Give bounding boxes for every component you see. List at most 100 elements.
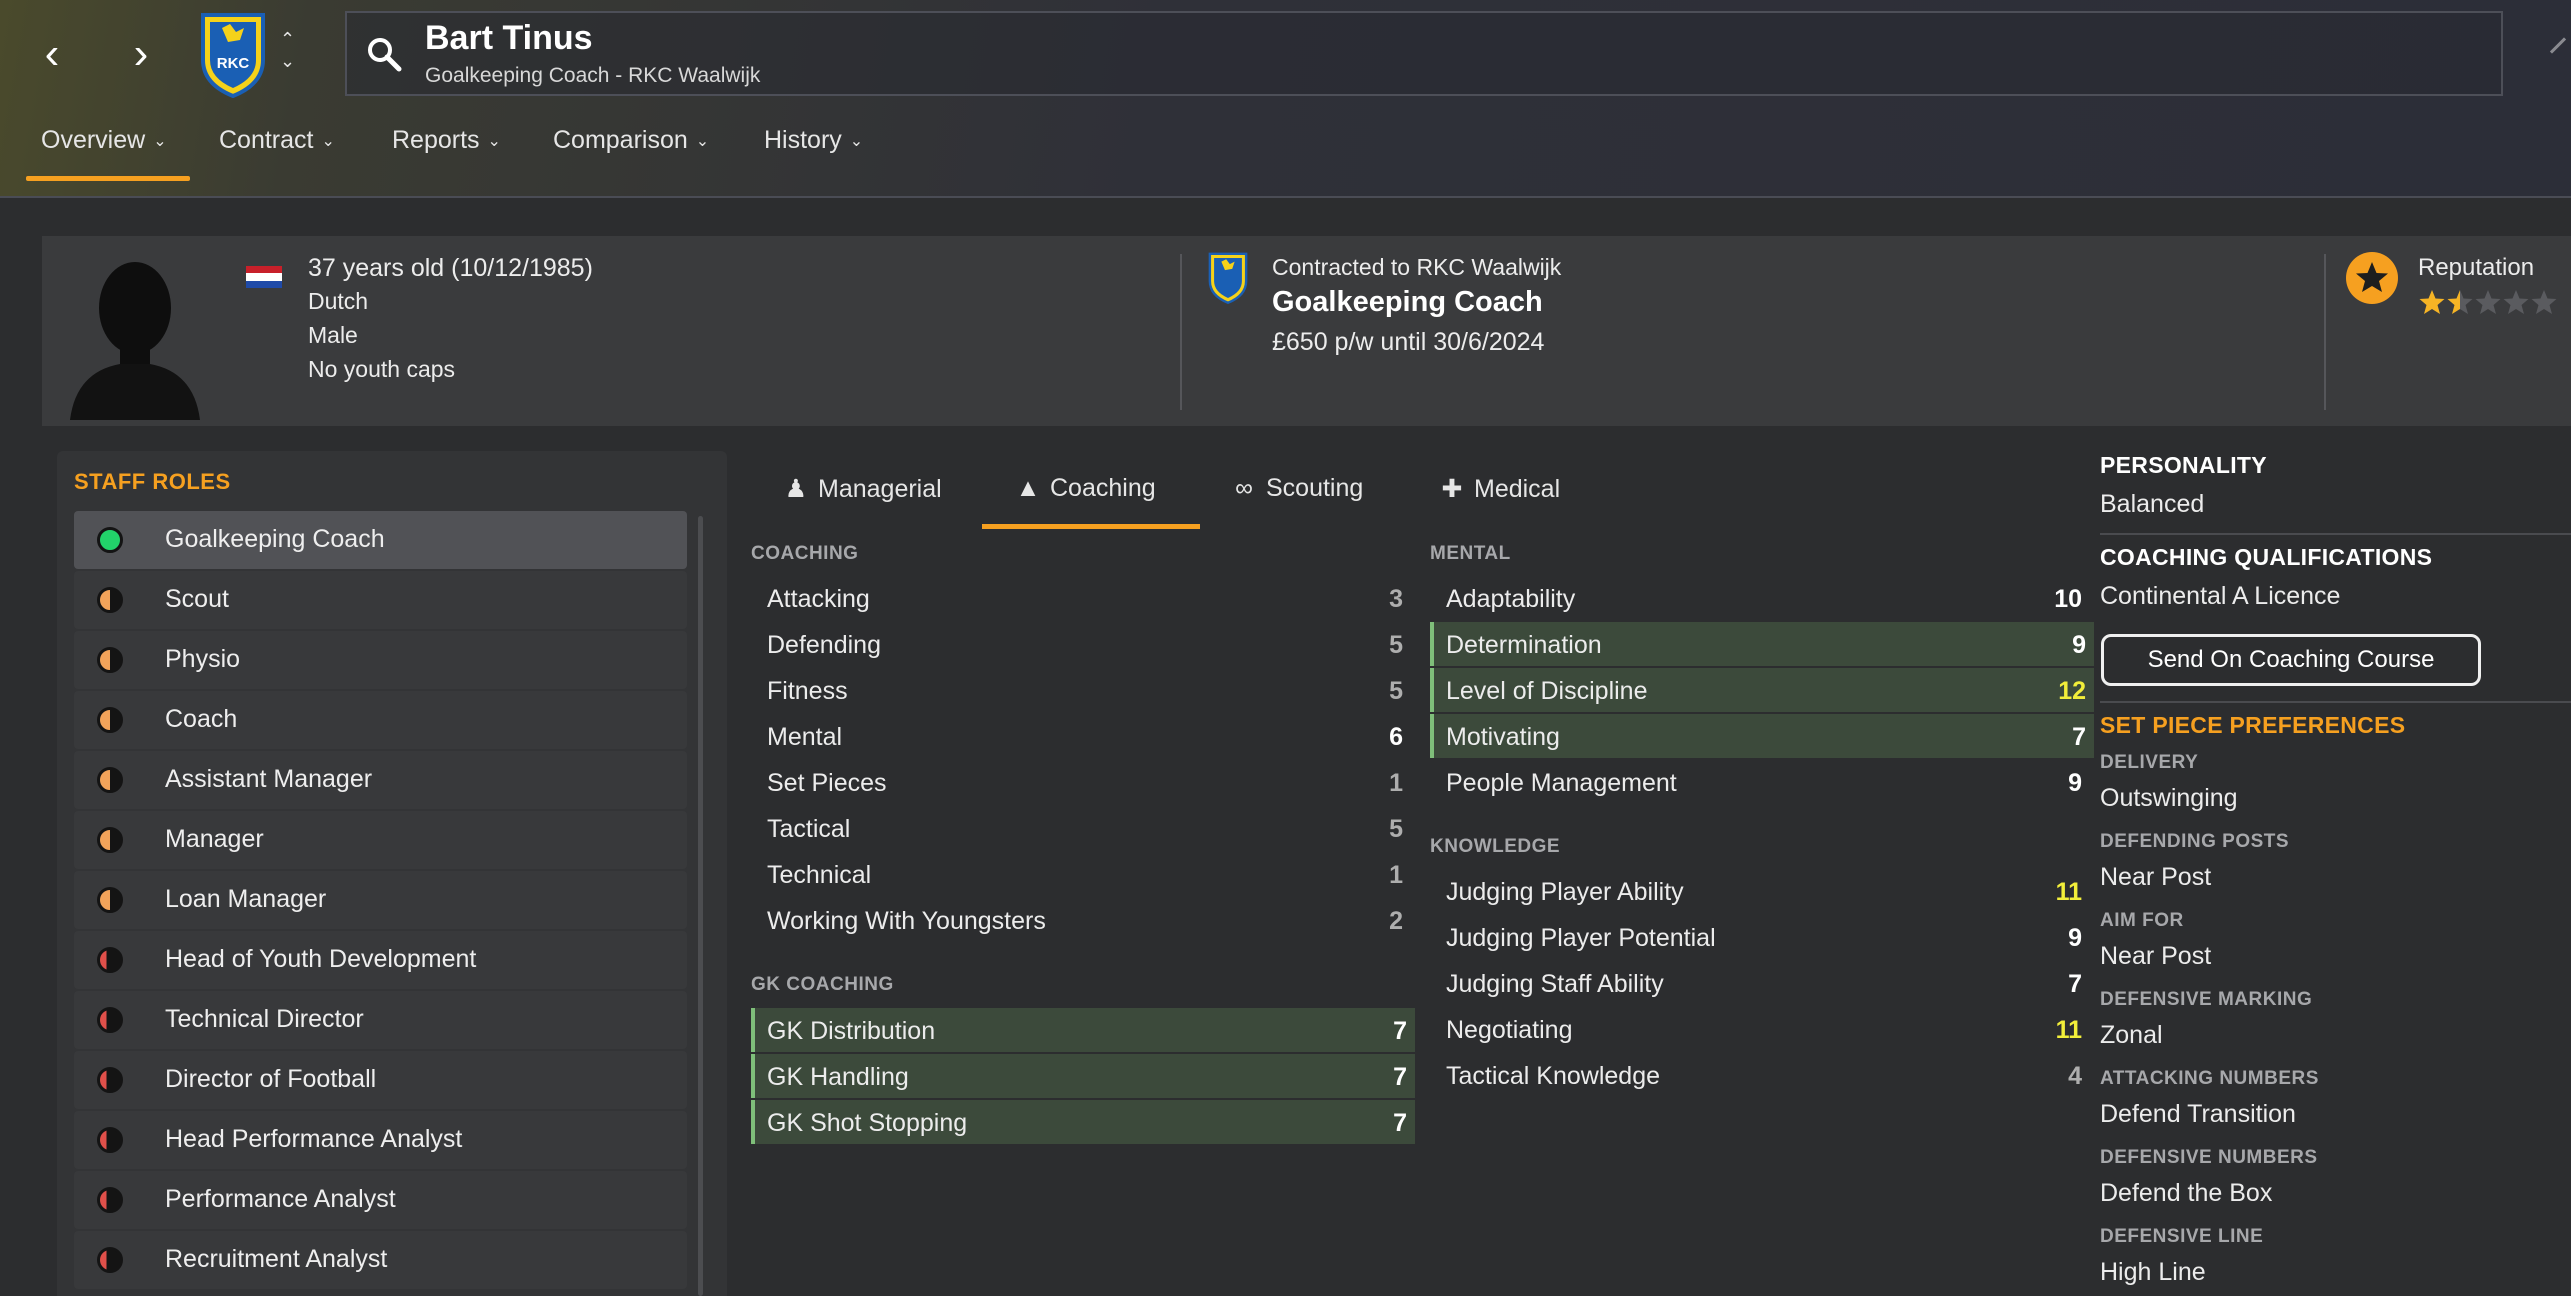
- attribute-row[interactable]: Judging Player Ability 11: [1430, 869, 2090, 913]
- attribute-value: 11: [2055, 1016, 2082, 1044]
- role-row[interactable]: Assistant Manager: [74, 751, 687, 809]
- attribute-value: 7: [2068, 970, 2082, 998]
- knowledge-section-title: KNOWLEDGE: [1430, 836, 1561, 857]
- staff-name-box[interactable]: Bart Tinus Goalkeeping Coach - RKC Waalw…: [345, 11, 2503, 96]
- tab-overview[interactable]: Overview ⌄: [41, 126, 167, 155]
- attribute-row[interactable]: Mental 6: [751, 714, 1411, 758]
- coaching-qualifications-title: COACHING QUALIFICATIONS: [2100, 544, 2433, 570]
- attribute-value: 7: [2072, 723, 2086, 751]
- avatar: [70, 252, 200, 425]
- role-suitability-icon: [97, 887, 123, 913]
- gk-coaching-section-title: GK COACHING: [751, 974, 894, 995]
- attribute-row[interactable]: Negotiating 11: [1430, 1007, 2090, 1051]
- tab-contract[interactable]: Contract ⌄: [219, 126, 335, 155]
- club-badge-small-icon[interactable]: [1208, 252, 1248, 309]
- attribute-value: 10: [2054, 585, 2082, 613]
- attribute-label: GK Shot Stopping: [767, 1109, 968, 1137]
- club-badge-icon[interactable]: RKC: [200, 12, 266, 99]
- switch-staff-stepper[interactable]: ⌃ ⌄: [280, 28, 295, 72]
- forward-arrow-icon[interactable]: ›: [124, 32, 158, 76]
- set-piece-label: DELIVERY: [2100, 752, 2199, 773]
- attribute-row[interactable]: Fitness 5: [751, 668, 1411, 712]
- attribute-row[interactable]: Attacking 3: [751, 576, 1411, 620]
- divider: [2100, 533, 2571, 535]
- attribute-row[interactable]: Judging Staff Ability 7: [1430, 961, 2090, 1005]
- set-piece-label: DEFENSIVE NUMBERS: [2100, 1147, 2318, 1168]
- tab-history[interactable]: History ⌄: [764, 126, 863, 155]
- role-label: Manager: [165, 825, 264, 853]
- roles-scrollbar[interactable]: [698, 516, 703, 1296]
- divider: [1180, 254, 1182, 410]
- attribute-label: Negotiating: [1446, 1016, 1573, 1044]
- attribute-label: Determination: [1446, 631, 1602, 659]
- role-row[interactable]: Recruitment Analyst: [74, 1231, 687, 1289]
- mental-section-title: MENTAL: [1430, 543, 1511, 564]
- tab-medical[interactable]: ✚ Medical: [1438, 474, 1561, 504]
- set-piece-label: DEFENDING POSTS: [2100, 831, 2290, 852]
- attribute-row[interactable]: GK Distribution 7: [751, 1008, 1415, 1052]
- tab-reports[interactable]: Reports ⌄: [392, 126, 501, 155]
- attribute-row[interactable]: Tactical 5: [751, 806, 1411, 850]
- chevron-down-icon: ⌄: [153, 133, 167, 150]
- role-row[interactable]: Loan Manager: [74, 871, 687, 929]
- attribute-label: GK Handling: [767, 1063, 909, 1091]
- role-row[interactable]: Coach: [74, 691, 687, 749]
- divider: [2100, 701, 2571, 703]
- role-row[interactable]: Performance Analyst: [74, 1171, 687, 1229]
- role-row[interactable]: Director of Football: [74, 1051, 687, 1109]
- contracted-to-text[interactable]: Contracted to RKC Waalwijk: [1272, 254, 1561, 281]
- search-icon[interactable]: [365, 35, 403, 78]
- coaching-section-title: COACHING: [751, 543, 859, 564]
- role-label: Physio: [165, 645, 241, 673]
- role-row[interactable]: Head Performance Analyst: [74, 1111, 687, 1169]
- staff-name: Bart Tinus: [425, 19, 593, 57]
- role-row[interactable]: Technical Director: [74, 991, 687, 1049]
- tab-scouting[interactable]: ∞ Scouting: [1230, 474, 1363, 503]
- role-row[interactable]: Manager: [74, 811, 687, 869]
- personality-value: Balanced: [2100, 490, 2205, 518]
- attribute-row[interactable]: Motivating 7: [1430, 714, 2094, 758]
- set-piece-value: Zonal: [2100, 1021, 2163, 1049]
- role-row[interactable]: Goalkeeping Coach: [74, 511, 687, 569]
- attribute-value: 2: [1389, 907, 1403, 935]
- set-piece-value: Near Post: [2100, 863, 2212, 891]
- chevron-down-icon: ⌄: [849, 133, 864, 150]
- set-piece-label: DEFENSIVE LINE: [2100, 1226, 2264, 1247]
- role-suitability-icon: [97, 587, 123, 613]
- role-suitability-icon: [97, 1067, 123, 1093]
- attribute-row[interactable]: Working With Youngsters 2: [751, 898, 1411, 942]
- nationality-text: Dutch: [308, 288, 369, 314]
- role-row[interactable]: Scout: [74, 571, 687, 629]
- role-row[interactable]: Head of Youth Development: [74, 931, 687, 989]
- divider: [2324, 254, 2326, 410]
- attribute-row[interactable]: Determination 9: [1430, 622, 2094, 666]
- attribute-value: 6: [1389, 723, 1403, 751]
- tab-coaching[interactable]: ▲ Coaching: [1014, 474, 1156, 503]
- role-label: Loan Manager: [165, 885, 327, 913]
- attribute-value: 1: [1389, 861, 1403, 889]
- attribute-row[interactable]: GK Shot Stopping 7: [751, 1100, 1415, 1144]
- attribute-row[interactable]: Set Pieces 1: [751, 760, 1411, 804]
- back-arrow-icon[interactable]: ‹: [35, 32, 69, 76]
- attribute-value: 5: [1389, 677, 1403, 705]
- attribute-label: Judging Player Potential: [1446, 924, 1716, 952]
- attribute-row[interactable]: Defending 5: [751, 622, 1411, 666]
- set-piece-label: AIM FOR: [2100, 910, 2184, 931]
- attribute-row[interactable]: Judging Player Potential 9: [1430, 915, 2090, 959]
- attribute-row[interactable]: Level of Discipline 12: [1430, 668, 2094, 712]
- role-label: Director of Football: [165, 1065, 377, 1093]
- attribute-row[interactable]: Tactical Knowledge 4: [1430, 1053, 2090, 1097]
- attribute-row[interactable]: Technical 1: [751, 852, 1411, 896]
- role-row[interactable]: Physio: [74, 631, 687, 689]
- chevron-down-icon: ⌄: [695, 133, 710, 150]
- edit-pencil-icon[interactable]: [2549, 37, 2567, 54]
- tab-managerial[interactable]: ♟ Managerial: [782, 474, 942, 504]
- attribute-row[interactable]: Adaptability 10: [1430, 576, 2090, 620]
- attribute-row[interactable]: GK Handling 7: [751, 1054, 1415, 1098]
- role-label: Goalkeeping Coach: [165, 525, 385, 553]
- attribute-row[interactable]: People Management 9: [1430, 760, 2090, 804]
- tab-comparison[interactable]: Comparison ⌄: [553, 126, 709, 155]
- managerial-icon: ♟: [784, 475, 808, 503]
- reputation-star-icon: [2346, 252, 2398, 304]
- send-on-course-button[interactable]: Send On Coaching Course: [2101, 634, 2481, 686]
